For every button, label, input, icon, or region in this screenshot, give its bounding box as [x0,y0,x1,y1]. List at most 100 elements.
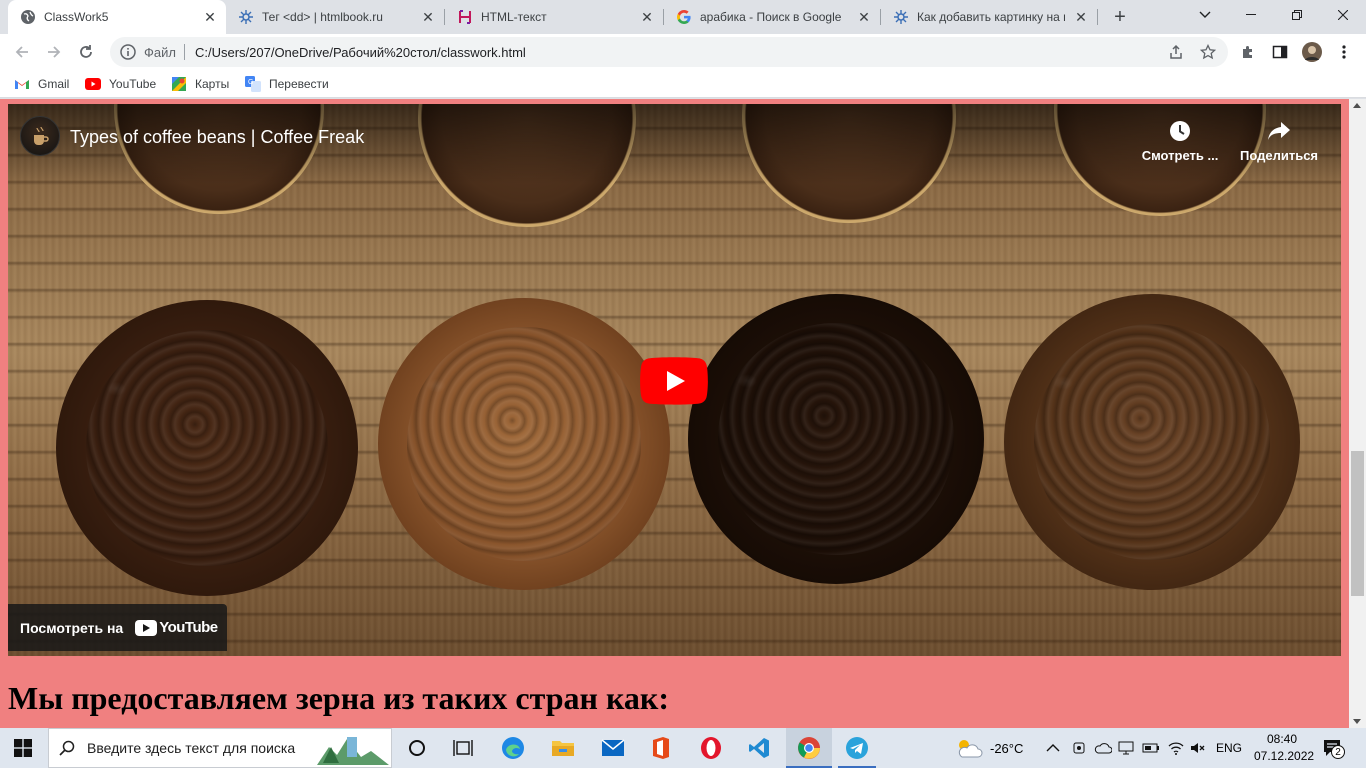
scroll-down-arrow-icon[interactable] [1353,719,1361,724]
weather-cloud-sun-icon [958,740,983,758]
tray-onedrive[interactable] [1094,728,1112,768]
coffee-cup-icon [34,126,49,145]
side-panel-button[interactable] [1266,38,1294,66]
taskbar-chrome[interactable] [786,728,832,768]
restore-button[interactable] [1274,0,1320,30]
close-window-button[interactable] [1320,0,1366,30]
bookmark-maps[interactable]: Карты [171,75,229,93]
profile-avatar[interactable] [1298,38,1326,66]
youtube-embed[interactable]: Types of coffee beans | Coffee Freak Смо… [8,104,1341,656]
taskbar-vscode[interactable] [736,728,782,768]
taskbar-clock[interactable]: 08:40 07.12.2022 [1254,731,1314,765]
watch-later-button[interactable]: Смотреть ... [1135,118,1225,163]
tray-battery[interactable] [1142,728,1160,768]
minimize-button[interactable] [1228,0,1274,30]
telegram-icon [846,737,868,759]
mail-icon [601,739,625,756]
close-icon[interactable]: ✕ [420,9,436,25]
tab-title: ClassWork5 [44,10,109,24]
taskbar-search-box[interactable]: Введите здесь текст для поиска [48,728,392,768]
tab-google-search[interactable]: арабика - Поиск в Google ✕ [664,0,880,34]
taskbar-office[interactable] [638,728,684,768]
star-icon [1200,44,1216,60]
watch-on-youtube-button[interactable]: Посмотреть на YouTube [8,604,227,651]
arrow-left-icon [15,46,28,58]
vscode-icon [749,738,769,758]
scroll-up-arrow-icon[interactable] [1353,103,1361,108]
taskbar-telegram[interactable] [834,728,880,768]
chevron-up-icon [1046,744,1060,752]
taskbar-opera[interactable] [688,728,734,768]
youtube-wordmark: YouTube [159,619,218,636]
page-viewport: Types of coffee beans | Coffee Freak Смо… [0,99,1366,728]
bookmarks-bar: Gmail YouTube Карты G Перевести [0,70,1366,98]
action-center-button[interactable]: 2 [1322,728,1345,768]
taskbar-file-explorer[interactable] [540,728,586,768]
tab-htmlbook-dd[interactable]: Тег <dd> | htmlbook.ru ✕ [226,0,444,34]
tab-classwork5[interactable]: ClassWork5 ✕ [8,0,226,34]
coffee-beans-bowl [688,294,984,584]
menu-button[interactable] [1330,38,1358,66]
extensions-button[interactable] [1234,38,1262,66]
bookmark-label: Карты [195,77,230,91]
tab-html-text[interactable]: HTML-текст ✕ [445,0,663,34]
bookmark-youtube[interactable]: YouTube [85,75,156,93]
tab-add-picture[interactable]: Как добавить картинку на в ✕ [881,0,1097,34]
share-arrow-icon [1266,118,1292,144]
back-button[interactable] [8,38,36,66]
video-title[interactable]: Types of coffee beans | Coffee Freak [70,127,364,148]
close-icon[interactable]: ✕ [1073,9,1089,25]
edge-icon [502,737,524,759]
channel-avatar[interactable] [20,116,60,156]
cloud-icon [1094,743,1112,754]
folder-icon [552,741,574,756]
chrome-icon [798,737,820,759]
info-icon[interactable] [120,44,136,60]
gmail-icon [14,76,30,92]
tab-strip: ClassWork5 ✕ Тег <dd> | htmlbook.ru ✕ HT… [0,0,1366,34]
arrow-right-icon [48,46,61,58]
vertical-scrollbar[interactable] [1349,99,1366,728]
tray-volume[interactable] [1190,728,1206,768]
input-language[interactable]: ENG [1216,728,1242,768]
tray-display[interactable] [1118,728,1134,768]
bookmark-gmail[interactable]: Gmail [14,75,69,93]
coffee-beans-bowl [1004,294,1300,590]
weather-widget[interactable]: -26°C [954,728,1023,768]
close-icon[interactable]: ✕ [639,9,655,25]
tab-title: HTML-текст [481,10,547,24]
task-view-button[interactable] [440,728,486,768]
taskbar-mail[interactable] [590,728,636,768]
bookmark-star-button[interactable] [1194,38,1222,66]
task-view-icon [453,740,473,756]
play-button[interactable] [640,357,708,405]
start-button[interactable] [0,728,46,768]
browser-toolbar: Файл C:/Users/207/OneDrive/Рабочий%20сто… [0,34,1366,70]
new-tab-button[interactable]: + [1108,5,1132,29]
address-bar[interactable]: Файл C:/Users/207/OneDrive/Рабочий%20сто… [110,37,1228,67]
globe-icon [20,9,36,25]
scroll-thumb[interactable] [1351,451,1364,596]
cortana-button[interactable] [394,728,440,768]
tab-search-button[interactable] [1182,0,1228,30]
tray-wifi[interactable] [1168,728,1184,768]
webcam-icon [1073,742,1085,754]
youtube-play-icon [640,357,708,405]
forward-button[interactable] [40,38,68,66]
url-text[interactable]: C:/Users/207/OneDrive/Рабочий%20стол/cla… [195,45,526,60]
share-page-button[interactable] [1162,38,1190,66]
close-icon[interactable]: ✕ [202,9,218,25]
close-icon[interactable]: ✕ [856,9,872,25]
scheme-label: Файл [144,44,176,60]
watch-on-label: Посмотреть на [20,619,124,636]
tray-overflow-button[interactable] [1046,728,1060,768]
share-video-button[interactable]: Поделиться [1234,118,1324,163]
avatar-icon [1302,42,1322,62]
translate-icon: G [245,76,261,92]
coffee-beans-bowl [378,298,670,590]
reload-button[interactable] [72,38,100,66]
office-icon [653,737,669,759]
bookmark-translate[interactable]: G Перевести [245,75,329,93]
taskbar-edge[interactable] [490,728,536,768]
tray-webcam[interactable] [1072,728,1086,768]
